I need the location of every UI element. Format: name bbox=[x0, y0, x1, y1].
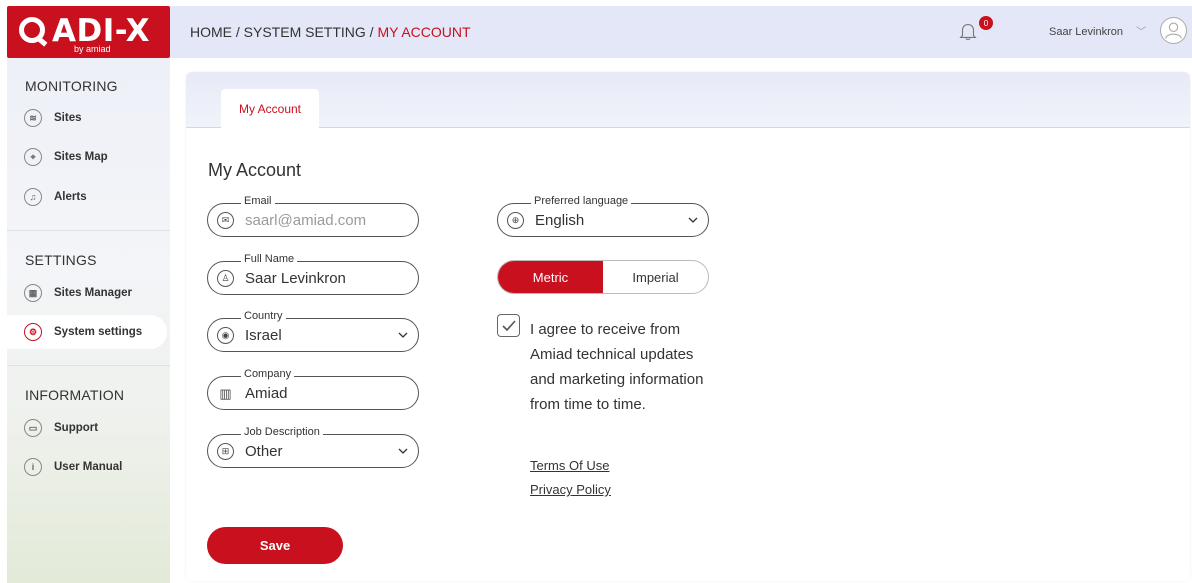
section-information: INFORMATION bbox=[25, 387, 125, 403]
sidebar-item-sites-map[interactable]: ⌖ Sites Map bbox=[7, 140, 170, 174]
notification-bell-icon[interactable] bbox=[957, 20, 979, 42]
user-name[interactable]: Saar Levinkron bbox=[1049, 26, 1123, 38]
briefcase-icon: ⊞ bbox=[217, 443, 234, 460]
imperial-option[interactable]: Imperial bbox=[603, 261, 708, 293]
job-description-label: Job Description bbox=[241, 426, 323, 438]
sidebar-item-label: System settings bbox=[54, 326, 143, 338]
sidebar-item-sites-manager[interactable]: ▦ Sites Manager bbox=[7, 276, 170, 310]
country-label: Country bbox=[241, 310, 286, 322]
save-button[interactable]: Save bbox=[207, 527, 343, 564]
sidebar-item-alerts[interactable]: ♫ Alerts bbox=[7, 180, 170, 214]
tab-my-account[interactable]: My Account bbox=[221, 89, 319, 129]
job-description-value: Other bbox=[245, 443, 283, 460]
avatar[interactable] bbox=[1160, 17, 1187, 44]
full-name-field[interactable]: Full Name ♙ Saar Levinkron bbox=[207, 253, 419, 295]
page-title: My Account bbox=[208, 160, 302, 180]
breadcrumb-current: MY ACCOUNT bbox=[377, 24, 471, 40]
privacy-policy-link[interactable]: Privacy Policy bbox=[530, 482, 611, 497]
globe-icon: ⊕ bbox=[507, 212, 524, 229]
section-settings: SETTINGS bbox=[25, 252, 97, 268]
company-label: Company bbox=[241, 368, 295, 380]
sidebar-item-sites[interactable]: ≋ Sites bbox=[7, 101, 170, 135]
map-pin-icon: ⌖ bbox=[24, 148, 42, 166]
chevron-down-icon[interactable] bbox=[398, 446, 408, 456]
sidebar-item-label: Support bbox=[54, 422, 99, 434]
chevron-down-icon[interactable] bbox=[688, 215, 698, 225]
metric-option[interactable]: Metric bbox=[498, 261, 603, 293]
job-description-select[interactable]: Job Description ⊞ Other bbox=[207, 426, 419, 468]
grid-icon: ▦ bbox=[24, 284, 42, 302]
logo-subtext: by amiad bbox=[74, 44, 111, 54]
email-field[interactable]: Email ✉ saarl@amiad.com bbox=[207, 195, 419, 237]
full-name-label: Full Name bbox=[241, 253, 298, 265]
country-select[interactable]: Country ◉ Israel bbox=[207, 310, 419, 352]
user-icon: ♙ bbox=[217, 270, 234, 287]
country-value: Israel bbox=[245, 327, 282, 344]
breadcrumb: HOME / SYSTEM SETTING / MY ACCOUNT bbox=[190, 24, 471, 40]
chevron-down-icon[interactable]: ﹀ bbox=[1136, 23, 1146, 38]
sidebar-item-support[interactable]: ▭ Support bbox=[7, 411, 170, 445]
agree-text: I agree to receive from Amiad technical … bbox=[530, 321, 704, 413]
language-value: English bbox=[535, 212, 585, 229]
notification-badge: 0 bbox=[979, 16, 993, 30]
sidebar-item-label: Alerts bbox=[54, 191, 87, 203]
language-label: Preferred language bbox=[531, 195, 632, 207]
terms-of-use-link[interactable]: Terms Of Use bbox=[530, 458, 609, 473]
sidebar-item-system-settings[interactable]: ⚙ System settings bbox=[7, 315, 167, 349]
company-value: Amiad bbox=[245, 385, 288, 402]
divider bbox=[7, 230, 170, 231]
location-pin-icon: ◉ bbox=[217, 327, 234, 344]
logo-mark-icon bbox=[19, 17, 45, 43]
units-toggle: Metric Imperial bbox=[497, 260, 709, 294]
chat-icon: ▭ bbox=[24, 419, 42, 437]
email-label: Email bbox=[241, 195, 275, 207]
sidebar-item-label: Sites Manager bbox=[54, 287, 132, 299]
sidebar-item-label: Sites bbox=[54, 112, 82, 124]
top-bar: HOME / SYSTEM SETTING / MY ACCOUNT 0 Saa… bbox=[170, 6, 1192, 58]
building-icon: ▥ bbox=[219, 385, 232, 401]
sidebar-item-label: Sites Map bbox=[54, 151, 108, 163]
layers-icon: ≋ bbox=[24, 109, 42, 127]
agree-checkbox[interactable] bbox=[497, 314, 520, 337]
sidebar-item-user-manual[interactable]: i User Manual bbox=[7, 450, 170, 484]
sidebar-item-label: User Manual bbox=[54, 461, 123, 473]
bell-icon: ♫ bbox=[24, 188, 42, 206]
company-field[interactable]: Company ▥ Amiad bbox=[207, 368, 419, 410]
full-name-value: Saar Levinkron bbox=[245, 270, 346, 287]
info-icon: i bbox=[24, 458, 42, 476]
mail-icon: ✉ bbox=[217, 212, 234, 229]
language-select[interactable]: Preferred language ⊕ English bbox=[497, 195, 709, 237]
section-monitoring: MONITORING bbox=[25, 78, 118, 94]
sidebar: MONITORING ≋ Sites ⌖ Sites Map ♫ Alerts … bbox=[7, 58, 170, 583]
breadcrumb-path[interactable]: HOME / SYSTEM SETTING / bbox=[190, 24, 377, 40]
check-icon bbox=[501, 319, 516, 331]
email-value: saarl@amiad.com bbox=[245, 212, 367, 229]
divider bbox=[7, 365, 170, 366]
chevron-down-icon[interactable] bbox=[398, 330, 408, 340]
gear-icon: ⚙ bbox=[24, 323, 42, 341]
tab-bar: My Account bbox=[186, 72, 1190, 129]
logo[interactable]: ADI-X by amiad bbox=[7, 6, 170, 58]
